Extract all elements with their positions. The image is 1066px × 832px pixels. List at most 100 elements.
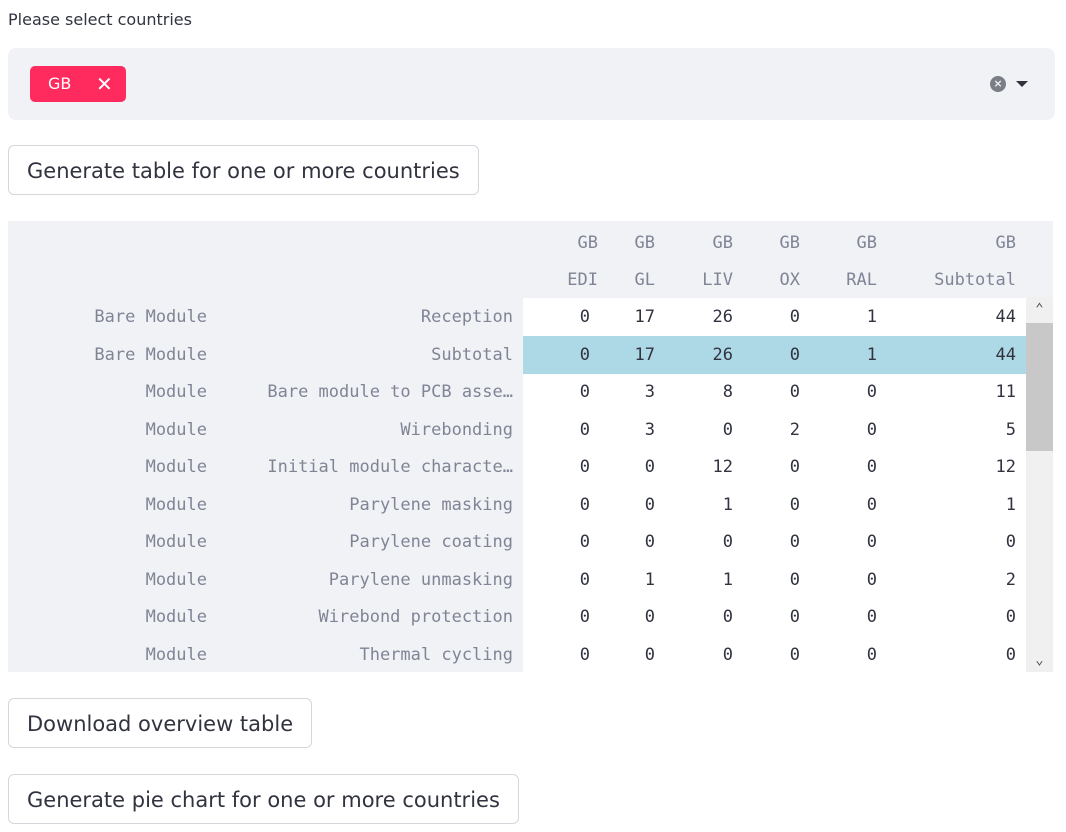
table-cell[interactable]: 0 [665, 523, 743, 561]
table-cell[interactable]: 1 [887, 485, 1026, 524]
table-cell[interactable]: 0 [600, 523, 665, 561]
table-cell[interactable]: 26 [665, 298, 743, 336]
table-cell[interactable]: 12 [887, 448, 1026, 486]
scrollbar[interactable]: ⌃ ⌄ [1026, 297, 1053, 672]
table-cell[interactable]: 0 [810, 635, 887, 672]
table-cell[interactable]: 3 [600, 410, 665, 449]
table-row[interactable]: Module Wirebonding 0 3 0 2 0 5 [8, 410, 1026, 449]
table-cell[interactable]: 0 [523, 523, 600, 561]
table-row[interactable]: Module Parylene masking 0 0 1 0 0 1 [8, 485, 1026, 524]
table-cell[interactable]: 17 [600, 335, 665, 374]
row-index-stage: Wirebonding [400, 419, 513, 440]
table-cell[interactable]: 0 [810, 598, 887, 636]
row-index-category: Bare Module [94, 344, 207, 365]
table-cell[interactable]: 0 [523, 335, 600, 374]
table-cell[interactable]: 17 [600, 298, 665, 336]
table-cell[interactable]: 0 [523, 560, 600, 599]
country-multiselect[interactable]: GB ✕ × [8, 48, 1055, 120]
table-cell[interactable]: 0 [810, 560, 887, 599]
table-cell[interactable]: 0 [887, 635, 1026, 672]
table-cell[interactable]: 0 [665, 598, 743, 636]
table-cell[interactable]: 44 [887, 335, 1026, 374]
column-header[interactable]: GL [600, 261, 665, 299]
table-cell[interactable]: 0 [810, 410, 887, 449]
table-cell[interactable]: 1 [600, 560, 665, 599]
column-header[interactable]: Subtotal [887, 261, 1026, 299]
table-cell[interactable]: 1 [810, 335, 887, 374]
table-cell[interactable]: 0 [743, 448, 810, 486]
table-cell[interactable]: 0 [743, 335, 810, 374]
table-cell[interactable]: 0 [523, 598, 600, 636]
table-row[interactable]: Module Thermal cycling 0 0 0 0 0 0 [8, 635, 1026, 672]
scroll-up-icon[interactable]: ⌃ [1026, 301, 1053, 317]
table-cell[interactable]: 1 [665, 560, 743, 599]
table-cell[interactable]: 0 [743, 298, 810, 336]
table-cell[interactable]: 0 [665, 635, 743, 672]
table-cell[interactable]: 0 [523, 635, 600, 672]
table-cell[interactable]: 0 [810, 373, 887, 411]
table-cell[interactable]: 0 [600, 598, 665, 636]
scroll-down-icon[interactable]: ⌄ [1026, 652, 1053, 668]
table-cell[interactable]: 0 [810, 448, 887, 486]
table-cell[interactable]: 0 [523, 298, 600, 336]
generate-pie-button[interactable]: Generate pie chart for one or more count… [8, 774, 519, 824]
table-cell[interactable]: 44 [887, 298, 1026, 336]
table-cell[interactable]: 0 [600, 485, 665, 524]
table-row[interactable]: Module Wirebond protection 0 0 0 0 0 0 [8, 598, 1026, 636]
column-header[interactable]: GB [600, 224, 665, 262]
table-cell[interactable]: 0 [810, 485, 887, 524]
table-cell[interactable]: 0 [523, 448, 600, 486]
table-cell[interactable]: 0 [743, 485, 810, 524]
table-cell[interactable]: 0 [743, 635, 810, 672]
column-header[interactable]: GB [743, 224, 810, 262]
row-index-stage: Thermal cycling [359, 644, 513, 665]
table-cell[interactable]: 0 [665, 410, 743, 449]
scrollbar-thumb[interactable] [1026, 323, 1053, 451]
table-cell[interactable]: 26 [665, 335, 743, 374]
column-header[interactable]: OX [743, 261, 810, 299]
row-index-category: Module [145, 494, 207, 515]
table-cell[interactable]: 0 [523, 410, 600, 449]
download-table-button[interactable]: Download overview table [8, 698, 313, 748]
table-cell[interactable]: 0 [743, 523, 810, 561]
column-header[interactable]: GB [810, 224, 887, 262]
table-row[interactable]: Bare Module Reception 0 17 26 0 1 44 [8, 298, 1026, 336]
table-cell[interactable]: 11 [887, 373, 1026, 411]
column-header[interactable]: GB [887, 224, 1026, 262]
table-cell[interactable]: 0 [600, 448, 665, 486]
table-cell[interactable]: 2 [887, 560, 1026, 599]
table-cell[interactable]: 1 [810, 298, 887, 336]
table-row[interactable]: Module Parylene coating 0 0 0 0 0 0 [8, 523, 1026, 561]
overview-table: Module Thermal cycling 0 0 0 0 0 0 Module Wirebon… [8, 221, 1053, 672]
table-cell[interactable]: 2 [743, 410, 810, 449]
column-header[interactable]: EDI [523, 261, 608, 299]
chevron-down-icon[interactable] [1016, 81, 1028, 87]
column-header[interactable]: LIV [665, 261, 743, 299]
table-cell[interactable]: 0 [887, 523, 1026, 561]
table-cell[interactable]: 0 [523, 485, 600, 524]
column-header[interactable]: GB [523, 224, 608, 262]
column-header[interactable]: RAL [810, 261, 887, 299]
table-row[interactable]: Module Initial module characte… 0 0 12 0 0 12 [8, 448, 1026, 486]
table-cell[interactable]: 0 [810, 523, 887, 561]
column-header[interactable]: GB [665, 224, 743, 262]
table-cell[interactable]: 0 [600, 635, 665, 672]
table-cell[interactable]: 8 [665, 373, 743, 411]
row-index-stage: Wirebond protection [318, 607, 513, 627]
generate-table-button[interactable]: Generate table for one or more countries [8, 145, 479, 195]
table-cell[interactable]: 0 [743, 598, 810, 636]
table-row[interactable]: Module Parylene unmasking 0 1 1 0 0 2 [8, 560, 1026, 599]
table-cell[interactable]: 1 [665, 485, 743, 524]
table-cell[interactable]: 0 [523, 373, 600, 411]
row-index-category: Module [145, 457, 207, 477]
table-cell[interactable]: 12 [665, 448, 743, 486]
table-cell[interactable]: 5 [887, 410, 1026, 449]
table-cell[interactable]: 0 [743, 560, 810, 599]
table-cell[interactable]: 0 [887, 598, 1026, 636]
clear-all-icon[interactable]: × [990, 76, 1006, 92]
remove-tag-icon[interactable]: ✕ [96, 66, 113, 102]
table-row[interactable]: Module Bare module to PCB asse… 0 3 8 0 0 11 [8, 373, 1026, 411]
table-cell[interactable]: 0 [743, 373, 810, 411]
table-cell[interactable]: 3 [600, 373, 665, 411]
table-row[interactable]: Bare Module Subtotal 0 17 26 0 1 44 [8, 335, 1026, 374]
